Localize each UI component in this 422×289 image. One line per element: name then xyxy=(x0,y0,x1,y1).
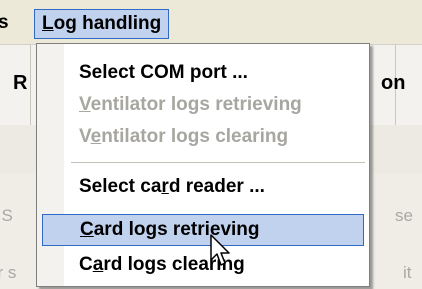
background-faint-text: t S xyxy=(0,206,13,225)
menu-item-card-logs-clearing[interactable]: Card logs clearing xyxy=(37,249,369,281)
menu-item-ventilator-logs-clearing[interactable]: Ventilator logs clearing xyxy=(37,121,369,153)
arrow-pointer-icon xyxy=(210,234,230,266)
menu-separator xyxy=(71,162,365,163)
menubar-item-partial[interactable]: s xyxy=(0,9,9,37)
background-heading-right: on xyxy=(381,72,406,94)
menu-item-select-card-reader[interactable]: Select card reader ... xyxy=(37,171,369,203)
menu-bar: s Log handling xyxy=(0,0,422,45)
background-faint-text: it xyxy=(403,263,412,282)
menubar-label: og handling xyxy=(53,13,162,34)
log-handling-dropdown: Select COM port ... Ventilator logs retr… xyxy=(36,43,370,287)
background-faint-text: er s xyxy=(0,263,17,282)
menu-item-select-com-port[interactable]: Select COM port ... xyxy=(37,57,369,89)
menubar-mnemonic: L xyxy=(42,13,54,34)
menubar-item-log-handling[interactable]: Log handling xyxy=(34,9,170,39)
background-heading-left: R xyxy=(13,72,28,94)
background-faint-text: se xyxy=(395,206,413,225)
menu-item-card-logs-retrieving[interactable]: Card logs retrieving xyxy=(42,214,364,246)
menu-item-ventilator-logs-retrieving[interactable]: Ventilator logs retrieving xyxy=(37,89,369,121)
column-divider xyxy=(30,45,31,125)
